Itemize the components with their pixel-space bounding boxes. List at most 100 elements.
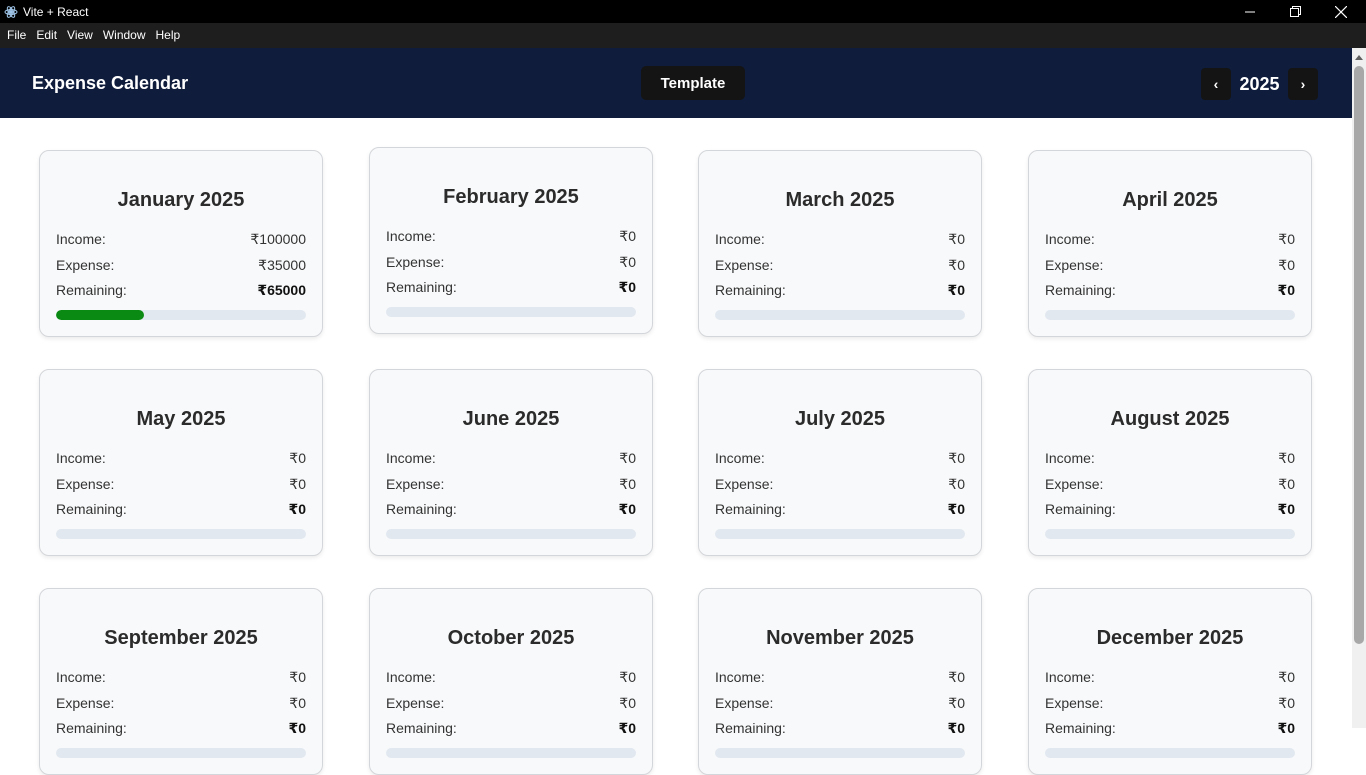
minimize-button[interactable] bbox=[1227, 0, 1273, 23]
close-icon bbox=[1335, 5, 1347, 18]
income-value: ₹0 bbox=[289, 450, 306, 466]
year-navigator: ‹ 2025 › bbox=[1201, 68, 1318, 100]
app-header: Expense Calendar Template ‹ 2025 › bbox=[0, 48, 1352, 118]
month-title: July 2025 bbox=[794, 408, 886, 430]
expense-value: ₹0 bbox=[289, 695, 306, 711]
remaining-row: Remaining: ₹0 bbox=[715, 501, 965, 518]
income-row: Income: ₹0 bbox=[386, 450, 636, 467]
expense-label: Expense: bbox=[386, 695, 445, 711]
remaining-value: ₹0 bbox=[618, 720, 636, 736]
restore-button[interactable] bbox=[1272, 0, 1318, 23]
income-label: Income: bbox=[715, 450, 765, 466]
income-label: Income: bbox=[56, 231, 106, 247]
income-value: ₹0 bbox=[1278, 669, 1295, 685]
expense-value: ₹0 bbox=[948, 476, 965, 492]
remaining-label: Remaining: bbox=[715, 501, 786, 517]
remaining-label: Remaining: bbox=[715, 282, 786, 298]
expense-progress-bar bbox=[715, 529, 965, 539]
menu-view[interactable]: View bbox=[62, 23, 98, 48]
expense-label: Expense: bbox=[386, 476, 445, 492]
scrollbar-thumb[interactable] bbox=[1354, 66, 1364, 644]
expense-progress-bar bbox=[56, 748, 306, 758]
expense-label: Expense: bbox=[56, 695, 115, 711]
expense-value: ₹0 bbox=[619, 476, 636, 492]
expense-progress-bar bbox=[715, 748, 965, 758]
month-title: April 2025 bbox=[1122, 189, 1218, 211]
month-title: March 2025 bbox=[785, 189, 895, 211]
scroll-up-arrow[interactable] bbox=[1352, 50, 1366, 64]
window-titlebar: Vite + React bbox=[0, 0, 1366, 23]
expense-progress-bar bbox=[715, 310, 965, 320]
expense-row: Expense: ₹0 bbox=[56, 476, 306, 493]
month-card[interactable]: October 2025 Income: ₹0 Expense: ₹0 Remaining… bbox=[369, 588, 653, 775]
menu-edit[interactable]: Edit bbox=[31, 23, 62, 48]
month-title: June 2025 bbox=[462, 408, 560, 430]
month-title: September 2025 bbox=[104, 627, 258, 649]
prev-year-button[interactable]: ‹ bbox=[1201, 68, 1231, 100]
income-row: Income: ₹0 bbox=[715, 669, 965, 686]
expense-row: Expense: ₹0 bbox=[715, 476, 965, 493]
expense-progress-bar bbox=[386, 748, 636, 758]
month-card[interactable]: July 2025 Income: ₹0 Expense: ₹0 Remaining: ₹0 bbox=[698, 369, 982, 556]
month-title: August 2025 bbox=[1110, 408, 1230, 430]
month-card[interactable]: August 2025 Income: ₹0 Expense: ₹0 Remaining:… bbox=[1028, 369, 1312, 556]
menu-window[interactable]: Window bbox=[98, 23, 151, 48]
month-card[interactable]: January 2025 Income: ₹100000 Expense: ₹35000… bbox=[39, 150, 323, 337]
month-card[interactable]: April 2025 Income: ₹0 Expense: ₹0 Remaining: ₹… bbox=[1028, 150, 1312, 337]
remaining-value: ₹0 bbox=[618, 279, 636, 295]
income-row: Income: ₹0 bbox=[386, 669, 636, 686]
expense-progress-bar bbox=[1045, 529, 1295, 539]
remaining-value: ₹0 bbox=[618, 501, 636, 517]
menu-help[interactable]: Help bbox=[151, 23, 186, 48]
income-label: Income: bbox=[56, 450, 106, 466]
expense-row: Expense: ₹0 bbox=[1045, 476, 1295, 493]
remaining-value: ₹0 bbox=[1277, 720, 1295, 736]
close-button[interactable] bbox=[1318, 0, 1364, 23]
month-card[interactable]: June 2025 Income: ₹0 Expense: ₹0 Remaining: ₹0 bbox=[369, 369, 653, 556]
income-value: ₹0 bbox=[619, 450, 636, 466]
month-card[interactable]: May 2025 Income: ₹0 Expense: ₹0 Remaining: ₹0 bbox=[39, 369, 323, 556]
month-card[interactable]: February 2025 Income: ₹0 Expense: ₹0 Remainin… bbox=[369, 147, 653, 334]
vertical-scrollbar[interactable] bbox=[1352, 48, 1366, 728]
month-card[interactable]: March 2025 Income: ₹0 Expense: ₹0 Remaining: ₹… bbox=[698, 150, 982, 337]
expense-row: Expense: ₹0 bbox=[386, 695, 636, 712]
remaining-label: Remaining: bbox=[386, 501, 457, 517]
expense-value: ₹35000 bbox=[258, 257, 306, 273]
remaining-value: ₹0 bbox=[288, 501, 306, 517]
expense-row: Expense: ₹0 bbox=[386, 476, 636, 493]
month-title: December 2025 bbox=[1096, 627, 1244, 649]
expense-label: Expense: bbox=[386, 254, 445, 270]
remaining-row: Remaining: ₹0 bbox=[1045, 282, 1295, 299]
expense-value: ₹0 bbox=[1278, 695, 1295, 711]
expense-row: Expense: ₹0 bbox=[56, 695, 306, 712]
remaining-row: Remaining: ₹0 bbox=[1045, 720, 1295, 737]
next-year-button[interactable]: › bbox=[1288, 68, 1318, 100]
template-button[interactable]: Template bbox=[641, 66, 745, 100]
year-label: 2025 bbox=[1239, 73, 1280, 94]
remaining-label: Remaining: bbox=[56, 501, 127, 517]
expense-row: Expense: ₹0 bbox=[1045, 695, 1295, 712]
expense-label: Expense: bbox=[1045, 257, 1104, 273]
expense-progress-bar bbox=[1045, 310, 1295, 320]
remaining-label: Remaining: bbox=[386, 279, 457, 295]
month-card[interactable]: September 2025 Income: ₹0 Expense: ₹0 Remaini… bbox=[39, 588, 323, 775]
remaining-label: Remaining: bbox=[1045, 720, 1116, 736]
income-value: ₹0 bbox=[1278, 231, 1295, 247]
income-row: Income: ₹0 bbox=[715, 450, 965, 467]
expense-row: Expense: ₹0 bbox=[1045, 257, 1295, 274]
minimize-icon bbox=[1245, 11, 1255, 12]
month-title: February 2025 bbox=[443, 186, 579, 208]
remaining-value: ₹0 bbox=[1277, 501, 1295, 517]
menu-file[interactable]: File bbox=[2, 23, 31, 48]
expense-progress-bar bbox=[386, 529, 636, 539]
month-title: May 2025 bbox=[136, 408, 226, 430]
remaining-value: ₹65000 bbox=[257, 282, 306, 298]
expense-progress-bar bbox=[386, 307, 636, 317]
expense-progress-bar bbox=[1045, 748, 1295, 758]
month-card[interactable]: November 2025 Income: ₹0 Expense: ₹0 Remainin… bbox=[698, 588, 982, 775]
remaining-row: Remaining: ₹0 bbox=[386, 279, 636, 296]
income-value: ₹0 bbox=[948, 669, 965, 685]
income-label: Income: bbox=[386, 228, 436, 244]
month-card[interactable]: December 2025 Income: ₹0 Expense: ₹0 Remainin… bbox=[1028, 588, 1312, 775]
remaining-label: Remaining: bbox=[56, 720, 127, 736]
